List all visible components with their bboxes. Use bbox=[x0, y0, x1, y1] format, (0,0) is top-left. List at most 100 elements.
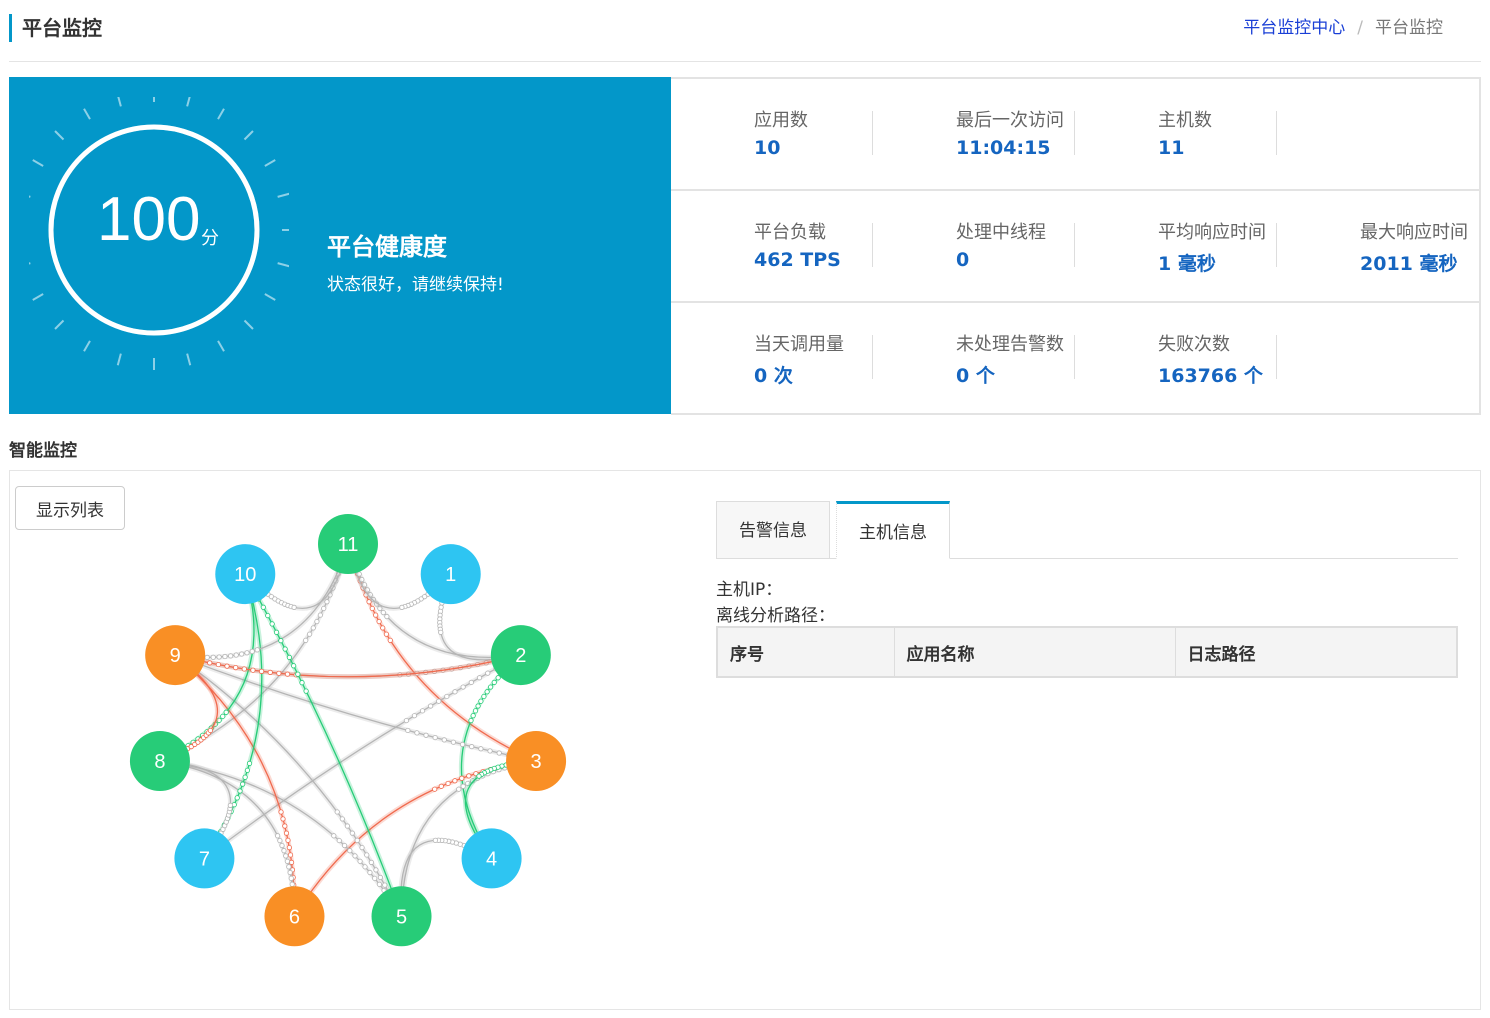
graph-node-label: 3 bbox=[531, 751, 542, 773]
graph-link-particle bbox=[373, 867, 379, 873]
graph-node[interactable]: 9 bbox=[145, 625, 206, 686]
graph-link-particle bbox=[278, 809, 284, 815]
host-ip-label: 主机IP： bbox=[716, 580, 783, 600]
graph-link-particle bbox=[354, 837, 360, 843]
stat-failure-count: 失败次数 163766 个 bbox=[1075, 303, 1277, 415]
page-title: 平台监控 bbox=[9, 14, 102, 42]
graph-link-particle bbox=[288, 875, 294, 881]
gauge-tick bbox=[54, 130, 65, 141]
graph-link-particle bbox=[210, 654, 216, 660]
graph-link-particle bbox=[387, 637, 393, 643]
graph-node[interactable]: 11 bbox=[318, 514, 378, 574]
gauge-tick bbox=[83, 340, 91, 352]
graph-link-particle bbox=[487, 684, 494, 690]
gauge-tick bbox=[277, 192, 289, 198]
gauge-tick bbox=[277, 262, 289, 268]
graph-link-particle bbox=[476, 675, 483, 681]
graph-link-particle bbox=[384, 613, 390, 620]
graph-link-particle bbox=[249, 648, 255, 655]
show-list-button[interactable]: 显示列表 bbox=[15, 486, 125, 530]
health-title: 平台健康度 bbox=[327, 233, 447, 261]
graph-node-label: 5 bbox=[396, 906, 407, 928]
gauge-tick bbox=[32, 293, 44, 301]
gauge-tick bbox=[264, 159, 276, 167]
tab-alerts[interactable]: 告警信息 bbox=[716, 501, 830, 559]
graph-link-particle bbox=[250, 667, 256, 673]
graph-link-particle bbox=[450, 739, 457, 745]
graph-link-particle bbox=[275, 833, 281, 839]
graph-node[interactable]: 10 bbox=[215, 544, 276, 605]
graph-link-particle bbox=[278, 638, 284, 644]
graph-link-particle bbox=[265, 612, 271, 619]
graph-node[interactable]: 8 bbox=[129, 731, 190, 792]
graph-link-particle bbox=[459, 775, 465, 781]
graph-link-particle bbox=[380, 609, 386, 616]
graph-link-particle bbox=[383, 631, 390, 637]
graph-link-particle bbox=[436, 698, 442, 704]
graph-link-particle bbox=[317, 612, 323, 618]
graph-node-label: 8 bbox=[154, 751, 165, 773]
graph-node-label: 7 bbox=[199, 848, 210, 870]
breadcrumb-separator: / bbox=[1357, 18, 1363, 38]
graph-node-label: 9 bbox=[170, 645, 181, 667]
stats-panel: 应用数 10 最后一次访问 11:04:15 主机数 11 平台负载 462 T… bbox=[671, 77, 1481, 415]
graph-link-particle bbox=[357, 858, 363, 864]
graph-link-particle bbox=[444, 693, 450, 700]
stat-label: 当天调用量 bbox=[754, 334, 844, 355]
health-panel: 100 分 平台健康度 状态很好，请继续保持! bbox=[9, 77, 671, 414]
graph-link-particle bbox=[287, 869, 293, 876]
graph-link-particle bbox=[233, 665, 239, 671]
graph-node[interactable]: 6 bbox=[264, 886, 325, 947]
gauge-tick bbox=[243, 319, 254, 330]
graph-link-particle bbox=[414, 730, 420, 736]
graph-link-particle bbox=[281, 848, 287, 854]
graph-link-particle bbox=[376, 618, 382, 625]
graph-node[interactable]: 1 bbox=[420, 544, 481, 605]
graph-node[interactable]: 3 bbox=[506, 731, 567, 792]
graph-link-particle bbox=[321, 605, 327, 612]
graph-link-particle bbox=[254, 647, 260, 653]
graph-link-particle bbox=[260, 604, 266, 610]
graph-link-particle bbox=[341, 842, 348, 849]
graph-link-particle bbox=[405, 727, 411, 734]
stats-row-2: 平台负载 462 TPS 处理中线程 0 平均响应时间 1 毫秒 最大响应时间 … bbox=[671, 191, 1479, 303]
graph-link-particle bbox=[216, 654, 222, 660]
tab-host-info[interactable]: 主机信息 bbox=[836, 501, 950, 559]
graph-link-particle bbox=[423, 732, 429, 738]
column-header-log-path: 日志路径 bbox=[1175, 627, 1458, 677]
graph-link-particle bbox=[438, 629, 444, 635]
graph-link-particle bbox=[258, 668, 265, 674]
stat-value: 0 bbox=[956, 249, 970, 271]
graph-link-particle bbox=[419, 708, 426, 714]
graph-link-particle bbox=[279, 842, 285, 849]
graph-link-particle bbox=[284, 858, 290, 864]
graph-node[interactable]: 7 bbox=[174, 828, 235, 889]
graph-node-label: 4 bbox=[486, 848, 497, 870]
graph-link-particle bbox=[373, 612, 379, 618]
graph-link-particle bbox=[277, 837, 283, 844]
graph-link-particle bbox=[222, 653, 228, 660]
graph-link-particle bbox=[269, 621, 275, 627]
gauge-tick bbox=[83, 108, 91, 120]
graph-link-particle bbox=[282, 823, 288, 829]
gauge-tick bbox=[32, 159, 44, 167]
graph-link-particle bbox=[246, 760, 253, 766]
gauge-tick bbox=[217, 340, 225, 352]
gauge-tick bbox=[116, 353, 122, 366]
graph-node[interactable]: 5 bbox=[371, 886, 432, 947]
graph-node-label: 1 bbox=[445, 564, 456, 586]
breadcrumb-link-monitor-center[interactable]: 平台监控中心 bbox=[1243, 18, 1345, 38]
breadcrumb-current: 平台监控 bbox=[1375, 18, 1443, 38]
graph-node[interactable]: 4 bbox=[461, 828, 522, 889]
graph-link-particle bbox=[476, 773, 482, 779]
graph-node[interactable]: 2 bbox=[490, 625, 551, 686]
stat-daily-calls: 当天调用量 0 次 bbox=[671, 303, 873, 415]
graph-link-particle bbox=[478, 746, 484, 752]
column-header-app-name: 应用名称 bbox=[894, 627, 1176, 677]
graph-link-particle bbox=[241, 666, 247, 672]
graph-link-particle bbox=[207, 660, 213, 666]
graph-link-particle bbox=[223, 709, 229, 715]
graph-link-particle bbox=[286, 654, 293, 660]
host-topology-graph: 1112345678910 bbox=[129, 514, 567, 947]
health-score-unit: 分 bbox=[201, 228, 219, 249]
